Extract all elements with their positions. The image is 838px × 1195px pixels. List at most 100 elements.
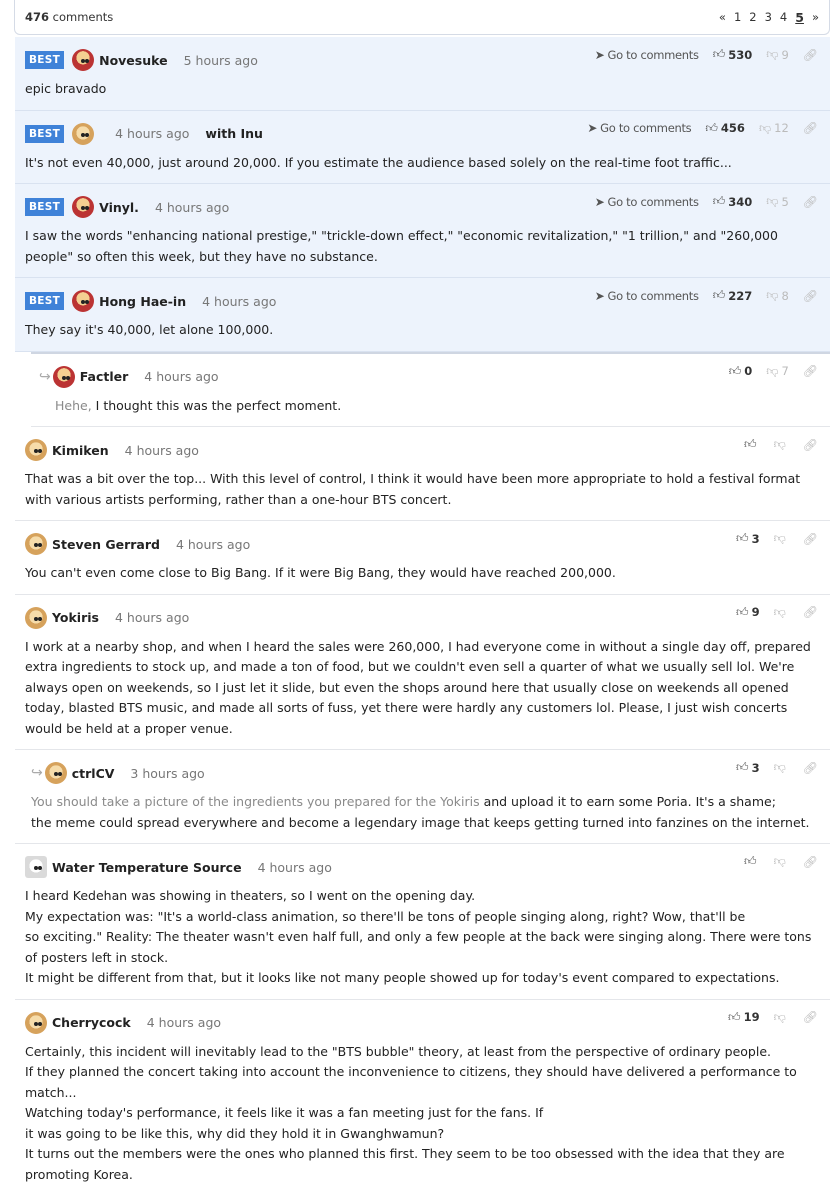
- comment-time: 3 hours ago: [130, 766, 204, 781]
- comment-author[interactable]: Water Temperature Source: [52, 860, 242, 875]
- avatar[interactable]: [25, 533, 47, 555]
- comment-item: Steven Gerrard 4 hours ago 👍︎3 👎︎ 🔗︎ You…: [15, 521, 830, 595]
- comment-text: They say it's 40,000, let alone 100,000.: [25, 320, 820, 341]
- link-icon: 🔗︎: [803, 289, 818, 303]
- page-link[interactable]: 2: [749, 10, 756, 24]
- like-button[interactable]: 👍︎530: [713, 47, 753, 62]
- like-button[interactable]: 👍︎: [744, 854, 760, 869]
- current-page[interactable]: 5: [795, 10, 804, 25]
- like-button[interactable]: 👍︎456: [705, 121, 745, 136]
- like-button[interactable]: 👍︎19: [728, 1010, 760, 1025]
- comment-author[interactable]: Vinyl.: [99, 200, 139, 215]
- comment-author[interactable]: Hong Hae-in: [99, 294, 186, 309]
- share-link-button[interactable]: 🔗︎: [803, 48, 818, 62]
- share-link-button[interactable]: 🔗︎: [803, 195, 818, 209]
- comment-item: Yokiris 4 hours ago 👍︎9 👎︎ 🔗︎ I work at …: [15, 595, 830, 751]
- comment-text: Certainly, this incident will inevitably…: [25, 1042, 820, 1186]
- comment-author[interactable]: Yokiris: [52, 610, 99, 625]
- like-button[interactable]: 👍︎0: [729, 364, 753, 379]
- best-badge: BEST: [25, 198, 64, 216]
- share-link-button[interactable]: 🔗︎: [803, 855, 818, 869]
- link-icon: 🔗︎: [803, 48, 818, 62]
- dislike-button[interactable]: 👎︎: [774, 854, 789, 869]
- thumbs-down-icon: 👎︎: [759, 121, 771, 136]
- thumbs-up-icon: 👍︎: [728, 1010, 741, 1025]
- comment-author[interactable]: ctrlCV: [72, 766, 115, 781]
- go-to-comments-link[interactable]: ➤Go to comments: [595, 289, 699, 303]
- page-link[interactable]: 3: [765, 10, 772, 24]
- link-icon: 🔗︎: [803, 438, 818, 452]
- like-button[interactable]: 👍︎: [744, 437, 760, 452]
- comment-author[interactable]: Factler: [80, 369, 129, 384]
- share-link-button[interactable]: 🔗︎: [803, 532, 818, 546]
- reply-item: ↪ Factler 4 hours ago 👍︎0 👎︎7 🔗︎ Hehe, I…: [31, 352, 830, 428]
- dislike-button[interactable]: 👎︎5: [766, 194, 789, 209]
- avatar[interactable]: [72, 196, 94, 218]
- comment-time: 4 hours ago: [147, 1015, 221, 1030]
- share-link-button[interactable]: 🔗︎: [803, 438, 818, 452]
- comment-time: 4 hours ago: [115, 126, 189, 141]
- with-tag: with Inu: [205, 126, 263, 141]
- thumbs-up-icon: 👍︎: [744, 854, 757, 869]
- avatar[interactable]: [25, 607, 47, 629]
- comment-author[interactable]: Novesuke: [99, 53, 167, 68]
- dislike-button[interactable]: 👎︎12: [759, 121, 789, 136]
- link-icon: 🔗︎: [803, 605, 818, 619]
- avatar[interactable]: [72, 49, 94, 71]
- best-badge: BEST: [25, 125, 64, 143]
- dislike-button[interactable]: 👎︎: [774, 531, 789, 546]
- like-button[interactable]: 👍︎227: [713, 288, 753, 303]
- comment-author[interactable]: Steven Gerrard: [52, 537, 160, 552]
- share-link-button[interactable]: 🔗︎: [803, 1010, 818, 1024]
- quoted-text: Hehe,: [55, 398, 92, 413]
- comment-time: 4 hours ago: [115, 610, 189, 625]
- reply-item: ↪ ctrlCV 3 hours ago 👍︎3 👎︎ 🔗︎ You shoul…: [15, 750, 830, 844]
- page-link[interactable]: 1: [734, 10, 741, 24]
- next-page-button[interactable]: »: [812, 10, 819, 24]
- go-to-comments-link[interactable]: ➤Go to comments: [595, 195, 699, 209]
- share-link-button[interactable]: 🔗︎: [803, 364, 818, 378]
- comment-time: 4 hours ago: [155, 200, 229, 215]
- dislike-button[interactable]: 👎︎8: [766, 288, 789, 303]
- best-badge: BEST: [25, 292, 64, 310]
- prev-page-button[interactable]: «: [719, 10, 726, 24]
- share-link-button[interactable]: 🔗︎: [803, 121, 818, 135]
- like-button[interactable]: 👍︎340: [713, 194, 753, 209]
- link-icon: 🔗︎: [803, 121, 818, 135]
- page-link[interactable]: 4: [780, 10, 787, 24]
- share-link-button[interactable]: 🔗︎: [803, 289, 818, 303]
- comment-author[interactable]: Kimiken: [52, 443, 109, 458]
- send-icon: ➤: [595, 48, 605, 62]
- like-button[interactable]: 👍︎3: [736, 760, 760, 775]
- thumbs-up-icon: 👍︎: [744, 437, 757, 452]
- share-link-button[interactable]: 🔗︎: [803, 761, 818, 775]
- avatar[interactable]: [53, 366, 75, 388]
- comment-text: It's not even 40,000, just around 20,000…: [25, 153, 820, 174]
- link-icon: 🔗︎: [803, 364, 818, 378]
- dislike-button[interactable]: 👎︎7: [766, 364, 789, 379]
- dislike-button[interactable]: 👎︎: [774, 1010, 789, 1025]
- go-to-comments-link[interactable]: ➤Go to comments: [595, 48, 699, 62]
- go-to-comments-link[interactable]: ➤Go to comments: [587, 121, 691, 135]
- like-button[interactable]: 👍︎9: [736, 605, 760, 620]
- comment-time: 4 hours ago: [202, 294, 276, 309]
- dislike-button[interactable]: 👎︎: [774, 605, 789, 620]
- thumbs-down-icon: 👎︎: [774, 760, 786, 775]
- dislike-button[interactable]: 👎︎: [774, 437, 789, 452]
- like-button[interactable]: 👍︎3: [736, 531, 760, 546]
- comment-text: That was a bit over the top... With this…: [25, 469, 820, 510]
- dislike-button[interactable]: 👎︎9: [766, 47, 789, 62]
- avatar[interactable]: [25, 1012, 47, 1034]
- avatar[interactable]: [25, 439, 47, 461]
- avatar[interactable]: [72, 123, 94, 145]
- thumbs-up-icon: 👍︎: [705, 121, 718, 136]
- avatar[interactable]: [25, 856, 47, 878]
- share-link-button[interactable]: 🔗︎: [803, 605, 818, 619]
- comment-text: You can't even come close to Big Bang. I…: [25, 563, 820, 584]
- comment-time: 4 hours ago: [258, 860, 332, 875]
- quoted-text: You should take a picture of the ingredi…: [31, 794, 480, 809]
- dislike-button[interactable]: 👎︎: [774, 760, 789, 775]
- avatar[interactable]: [72, 290, 94, 312]
- avatar[interactable]: [45, 762, 67, 784]
- comment-author[interactable]: Cherrycock: [52, 1015, 131, 1030]
